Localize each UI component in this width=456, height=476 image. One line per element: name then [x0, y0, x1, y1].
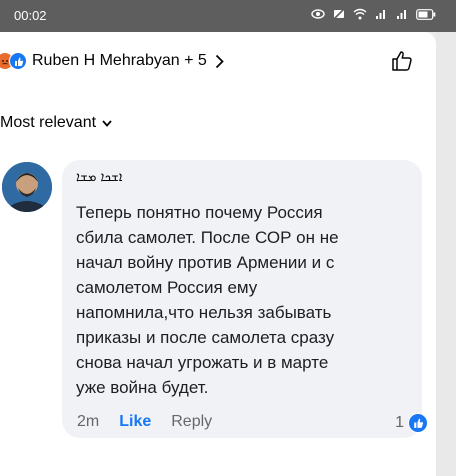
battery-icon: [416, 8, 436, 20]
background-strip: [436, 32, 456, 476]
comment-bubble: ܐܫܟܐ ܡܫܐ Теперь понятно почему Россия сб…: [62, 160, 422, 438]
wifi-icon: [353, 8, 367, 20]
comment-line: напомнила,что нельзя забывать: [76, 303, 332, 322]
reactions-summary[interactable]: Ruben H Mehrabyan + 5: [0, 48, 224, 74]
comment-line: приказы и после самолета сразу: [76, 328, 335, 347]
sort-dropdown[interactable]: Most relevant: [0, 114, 112, 132]
like-count-value: 1: [395, 414, 404, 431]
signal-icon: [374, 8, 388, 20]
sort-label: Most relevant: [0, 114, 97, 131]
comment-text: Теперь понятно почему Россия сбила самол…: [76, 200, 411, 400]
like-reaction-icon: [408, 413, 428, 433]
comment-line: самолетом Россия ему: [76, 278, 258, 297]
comment-line: снова начал угрожать и в марте: [76, 353, 329, 372]
eye-icon: [311, 8, 325, 20]
comment-line: начал войну против Армении и с: [76, 253, 335, 272]
status-icons: [311, 8, 436, 20]
like-post-button[interactable]: [390, 49, 414, 73]
thumbs-up-icon: [392, 51, 412, 71]
status-bar: 00:02: [0, 0, 456, 32]
reactors-names: Ruben H Mehrabyan + 5: [32, 52, 207, 69]
chevron-right-icon: [215, 54, 224, 69]
comment-like-count[interactable]: 1: [395, 413, 428, 433]
status-time: 00:02: [14, 8, 47, 23]
comment-line: уже война будет.: [76, 378, 209, 397]
reply-button[interactable]: Reply: [171, 413, 212, 431]
chevron-down-icon: [102, 119, 112, 127]
like-comment-button[interactable]: Like: [119, 413, 151, 431]
like-reaction-icon: [9, 52, 27, 70]
comment-actions: 2m Like Reply: [77, 413, 212, 431]
comment-line: Теперь понятно почему Россия: [76, 203, 323, 222]
commenter-avatar[interactable]: [2, 162, 52, 212]
comment-time: 2m: [77, 413, 100, 430]
signal-icon: [395, 8, 409, 20]
comments-panel: Ruben H Mehrabyan + 5 Most relevant ܐܫܟܐ…: [0, 32, 436, 476]
mute-icon: [332, 8, 346, 20]
comment-author[interactable]: ܐܫܟܐ ܡܫܐ: [76, 170, 122, 185]
comment-line: сбила самолет. После СОР он не: [76, 228, 339, 247]
